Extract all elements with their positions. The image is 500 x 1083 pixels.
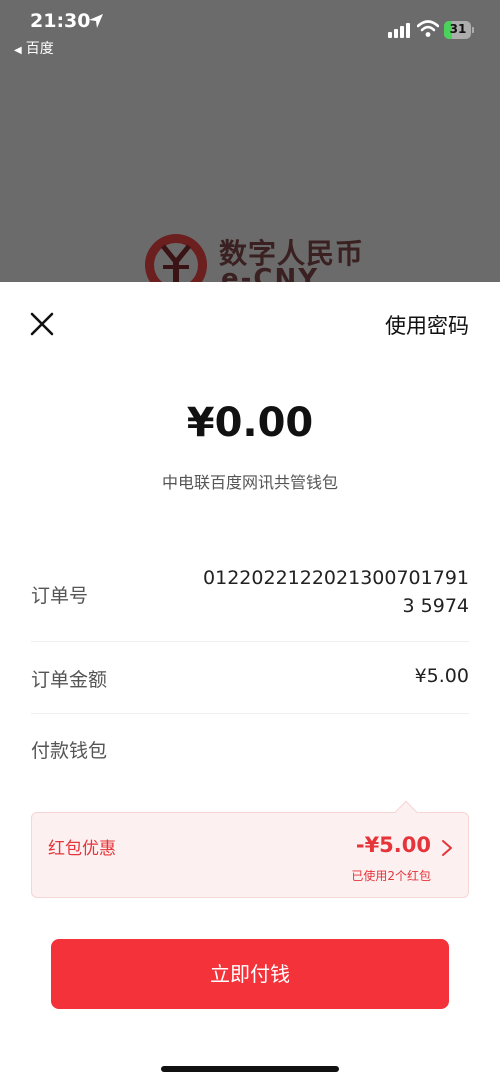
red-packet-label: 红包优惠 (48, 839, 116, 859)
location-arrow-icon (89, 14, 103, 28)
payment-amount: ¥0.00 (186, 400, 314, 446)
merchant-name: 中电联百度网讯共管钱包 (161, 473, 338, 492)
order-amount-label: 订单金额 (31, 669, 108, 691)
yuan-logo-icon (145, 234, 207, 282)
red-packet-discount[interactable]: 红包优惠 -¥5.00 已使用2个红包 (31, 800, 469, 898)
order-number-label: 订单号 (31, 585, 89, 607)
payment-wallet-row[interactable]: 付款钱包 (31, 714, 469, 786)
ecny-logo: 数字人民币 e-CNY (143, 230, 373, 282)
wifi-icon (417, 20, 439, 37)
ecny-logo-text-en: e-CNY (221, 264, 320, 282)
close-icon[interactable] (30, 312, 54, 336)
payment-wallet-label: 付款钱包 (31, 740, 108, 762)
back-app-label: 百度 (25, 41, 54, 57)
red-packet-value: -¥5.00 (355, 833, 431, 857)
red-packet-used-count: 已使用2个红包 (351, 869, 431, 883)
signal-icon (388, 23, 410, 38)
order-amount-value: ¥5.00 (414, 665, 469, 687)
use-password-button[interactable]: 使用密码 (385, 310, 469, 340)
order-number-row: 订单号 01220221220213007017913 5974 (31, 564, 469, 642)
status-time: 21:30 (30, 10, 91, 32)
back-to-app-link[interactable]: ◀ 百度 (14, 38, 54, 58)
home-indicator[interactable] (161, 1066, 339, 1072)
payment-sheet: 使用密码 ¥0.00 中电联百度网讯共管钱包 订单号 0122022122021… (0, 282, 500, 1083)
battery-icon: 31 (444, 21, 474, 39)
order-amount-row: 订单金额 ¥5.00 (31, 642, 469, 714)
back-triangle-icon: ◀ (14, 45, 22, 56)
pay-now-button[interactable]: 立即付钱 (51, 939, 449, 1009)
battery-level: 31 (449, 22, 467, 36)
order-number-value: 01220221220213007017913 5974 (203, 567, 469, 617)
chevron-right-icon (442, 840, 452, 856)
status-bar: 21:30 ◀ 百度 31 (0, 0, 500, 62)
